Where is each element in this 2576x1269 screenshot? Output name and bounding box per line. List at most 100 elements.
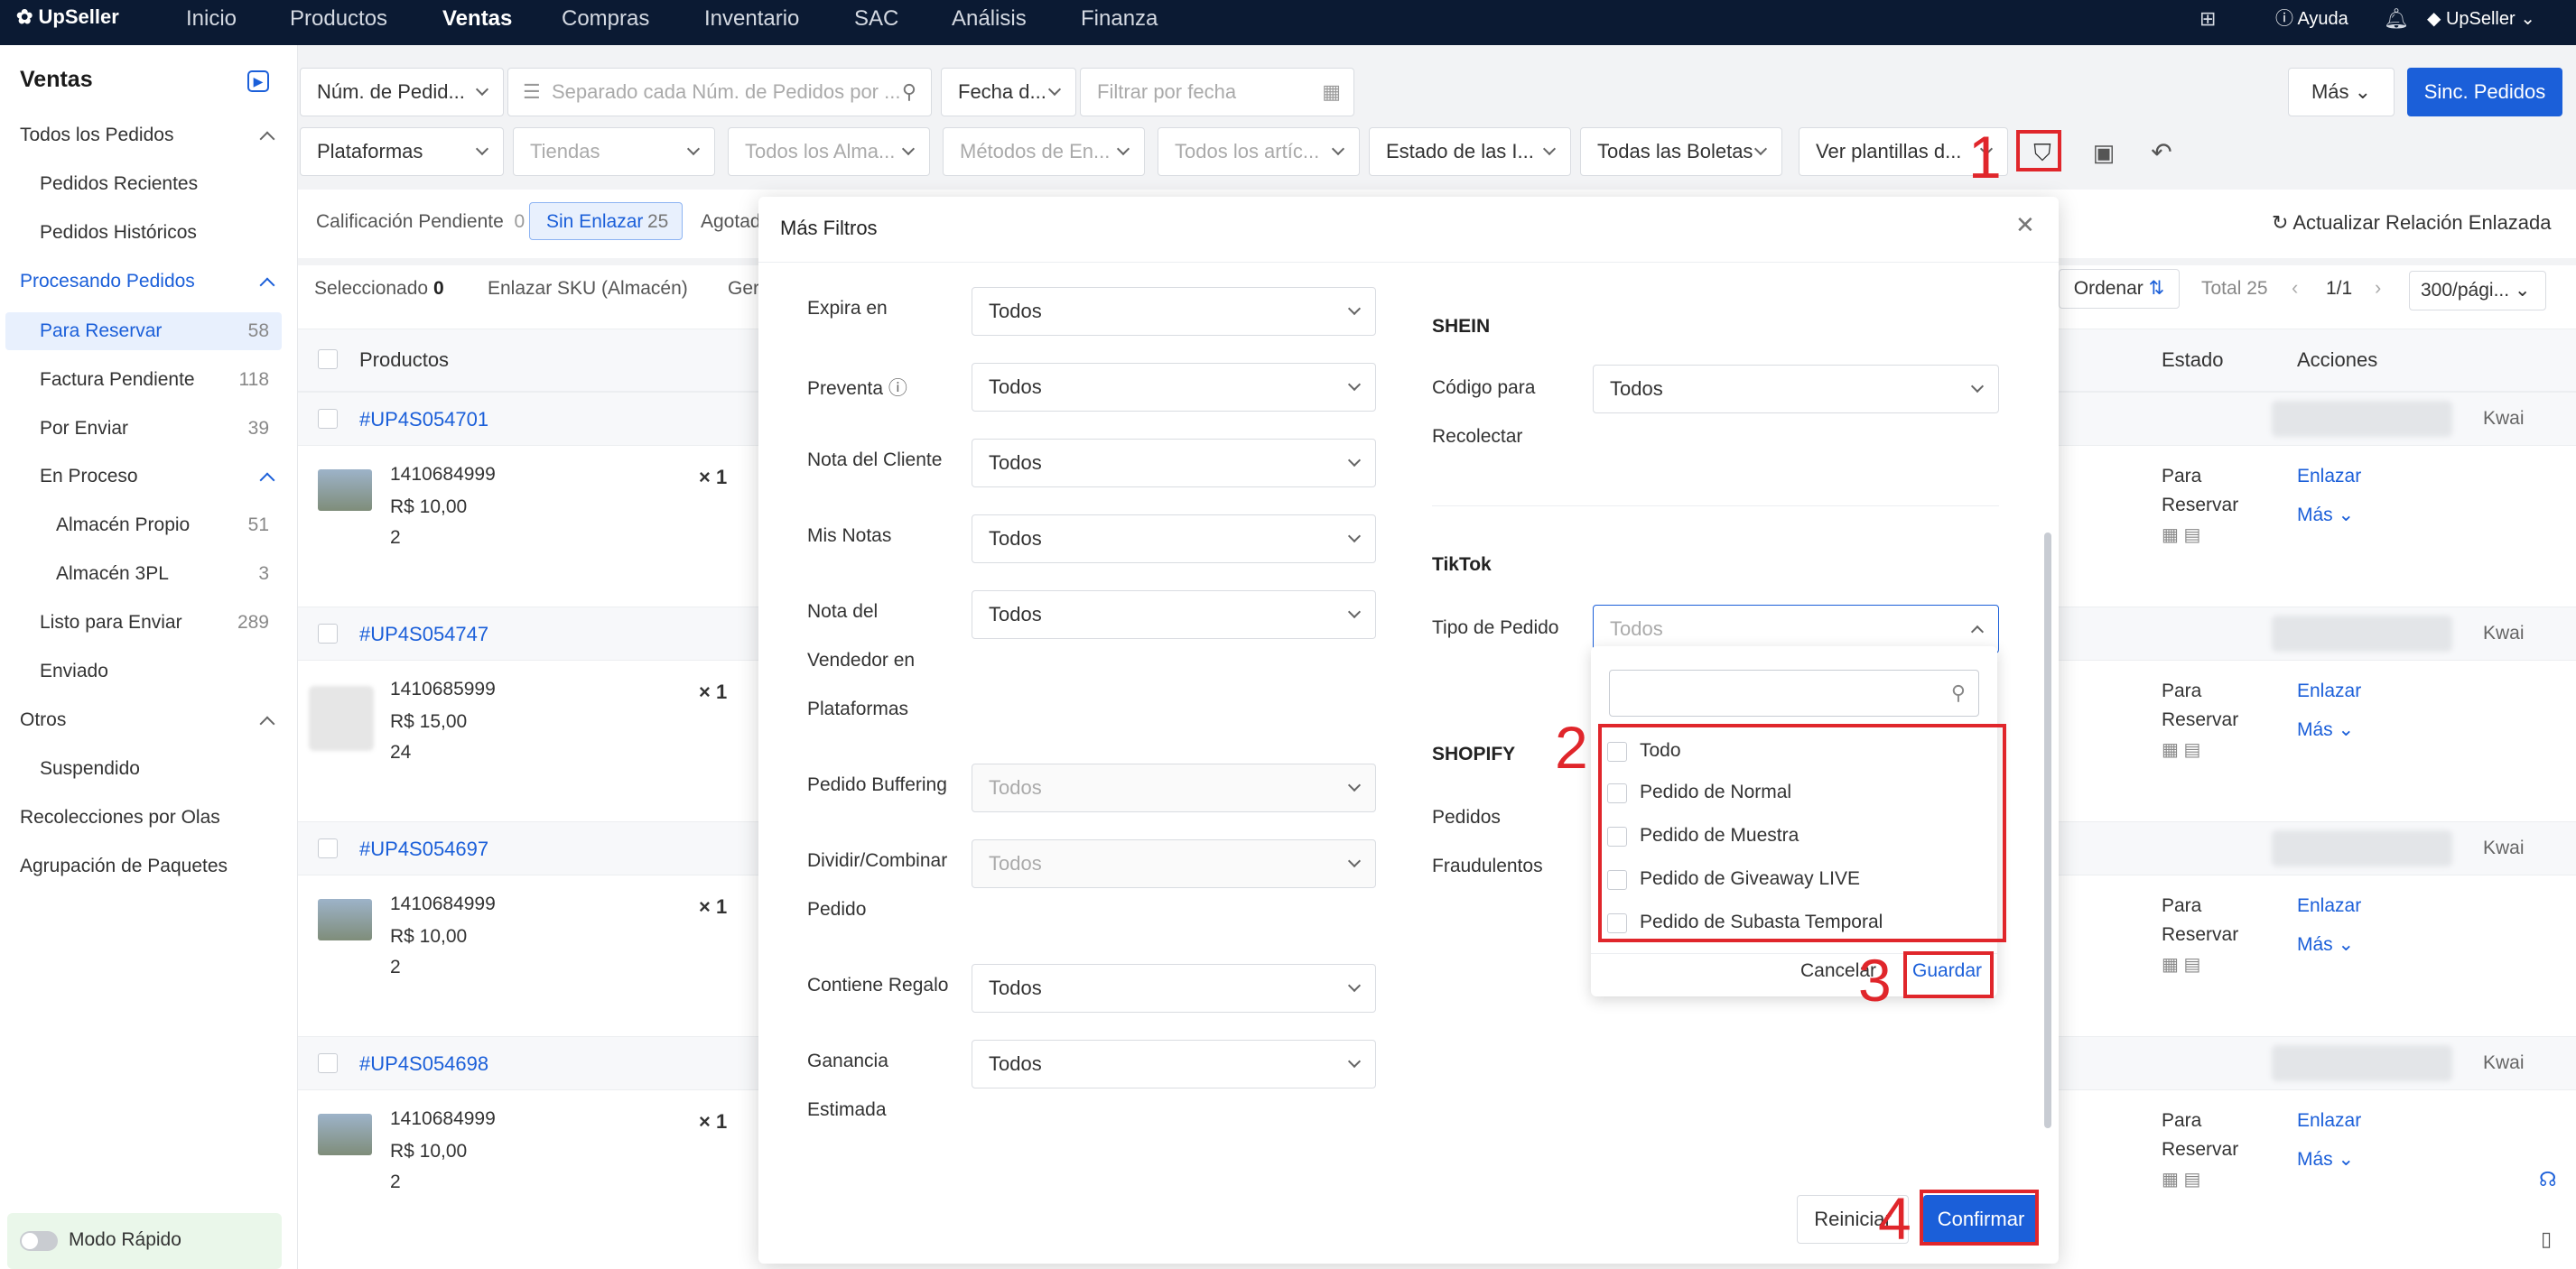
stores-select[interactable]: Tiendas [513,127,715,176]
link-sku-button[interactable]: Enlazar SKU (Almacén) [488,278,688,300]
sidebar-item-invoice-pending[interactable]: Factura Pendiente [40,369,195,391]
order-checkbox[interactable] [318,624,338,644]
quick-mode-toggle[interactable] [20,1231,58,1251]
nav-compras[interactable]: Compras [562,0,649,45]
nav-inventario[interactable]: Inventario [704,0,799,45]
link-action[interactable]: Enlazar [2297,466,2361,487]
sort-button[interactable]: Ordenar ⇅ [2059,269,2180,309]
link-action[interactable]: Enlazar [2297,681,2361,702]
shipping-methods-select[interactable]: Métodos de En... [943,127,1145,176]
support-icon[interactable]: ☊ [2539,1168,2557,1191]
pickup-code-select[interactable]: Todos [1593,365,1999,413]
sidebar-item-suspended[interactable]: Suspendido [40,758,140,780]
order-checkbox[interactable] [318,1053,338,1073]
chevron-up-icon[interactable] [259,131,275,147]
sync-orders-button[interactable]: Sinc. Pedidos [2407,68,2562,116]
prev-page-icon[interactable]: ‹ [2292,276,2298,300]
modal-scrollbar[interactable] [2044,533,2051,1128]
select-all-checkbox[interactable] [318,349,338,369]
chevron-up-icon[interactable] [259,277,275,293]
buffering-select[interactable]: Todos [972,764,1376,812]
nav-finanza[interactable]: Finanza [1081,0,1158,45]
order-checkbox[interactable] [318,838,338,858]
my-notes-select[interactable]: Todos [972,514,1376,563]
more-action[interactable]: Más ⌄ [2297,933,2354,956]
mobile-icon[interactable]: ▯ [2541,1227,2552,1251]
invoice-icons[interactable]: ▦ ▤ [2162,953,2200,976]
question-icon[interactable]: ⓘ [888,378,907,399]
seller-note-select[interactable]: Todos [972,590,1376,639]
sidebar-item-recent[interactable]: Pedidos Recientes [40,173,198,195]
order-num-select[interactable]: Núm. de Pedid... [300,68,504,116]
profit-select[interactable]: Todos [972,1040,1376,1088]
platforms-select[interactable]: Plataformas [300,127,504,176]
nav-inicio[interactable]: Inicio [186,0,237,45]
sidebar-item-waves[interactable]: Recolecciones por Olas [20,807,220,829]
date-type-select[interactable]: Fecha d... [941,68,1076,116]
more-button[interactable]: Más ⌄ [2288,68,2395,116]
product-image[interactable] [318,899,372,940]
search-icon[interactable]: ⚲ [902,69,916,116]
sidebar-item-ready[interactable]: Listo para Enviar [40,612,182,634]
tickets-select[interactable]: Todas las Boletas [1580,127,1782,176]
invoice-icons[interactable]: ▦ ▤ [2162,1168,2200,1190]
product-image[interactable] [318,1114,372,1155]
undo-icon[interactable]: ↶ [2144,135,2180,171]
order-id-link[interactable]: #UP4S054698 [359,1052,488,1076]
save-view-icon[interactable]: ▣ [2086,135,2122,171]
sidebar-item-others[interactable]: Otros [20,709,66,731]
chevron-up-icon[interactable] [259,716,275,732]
product-image[interactable] [309,686,374,751]
status-select[interactable]: Estado de las I... [1369,127,1571,176]
presale-select[interactable]: Todos [972,363,1376,412]
order-num-input[interactable]: ☰ Separado cada Núm. de Pedidos por ... ⚲ [507,68,932,116]
more-action[interactable]: Más ⌄ [2297,1148,2354,1171]
chevron-up-icon[interactable] [259,472,275,488]
sidebar-item-to-send[interactable]: Por Enviar [40,418,128,440]
sidebar-item-grouping[interactable]: Agrupación de Paquetes [20,856,228,877]
order-id-link[interactable]: #UP4S054701 [359,408,488,431]
items-select[interactable]: Todos los artíc... [1158,127,1360,176]
sidebar-item-3pl[interactable]: Almacén 3PL [56,563,169,585]
product-image[interactable] [318,469,372,511]
next-page-icon[interactable]: › [2375,276,2381,300]
sidebar-item-processing[interactable]: Procesando Pedidos [20,271,195,292]
expires-select[interactable]: Todos [972,287,1376,336]
nav-sac[interactable]: SAC [854,0,898,45]
gift-select[interactable]: Todos [972,964,1376,1013]
help-link[interactable]: ⓘ Ayuda [2275,0,2348,45]
per-page-select[interactable]: 300/pági... ⌄ [2409,271,2546,310]
sidebar-item-to-reserve[interactable]: Para Reservar [40,320,162,342]
date-range-input[interactable]: Filtrar por fecha ▦ [1080,68,1354,116]
account-menu[interactable]: ◆ UpSeller ⌄ [2427,0,2535,45]
invoice-icons[interactable]: ▦ ▤ [2162,738,2200,761]
update-link-button[interactable]: ↻ Actualizar Relación Enlazada [2272,211,2552,235]
sidebar-item-in-process[interactable]: En Proceso [40,466,138,487]
client-note-select[interactable]: Todos [972,439,1376,487]
nav-productos[interactable]: Productos [290,0,387,45]
link-action[interactable]: Enlazar [2297,895,2361,917]
nav-ventas[interactable]: Ventas [442,0,512,45]
dropdown-search-input[interactable]: ⚲ [1609,670,1979,717]
more-action[interactable]: Más ⌄ [2297,504,2354,526]
warehouses-select[interactable]: Todos los Alma... [728,127,930,176]
split-select[interactable]: Todos [972,839,1376,888]
nav-analisis[interactable]: Análisis [952,0,1027,45]
order-checkbox[interactable] [318,409,338,429]
apps-grid-icon[interactable]: ⊞ [2199,0,2216,45]
order-id-link[interactable]: #UP4S054747 [359,623,488,646]
bell-icon[interactable]: 🔔︎ [2384,0,2409,45]
brand-logo[interactable]: ✿ UpSeller [16,5,119,29]
invoice-icons[interactable]: ▦ ▤ [2162,523,2200,546]
generate-button[interactable]: Ger [728,278,759,300]
sidebar-item-own-warehouse[interactable]: Almacén Propio [56,514,190,536]
tab-rating-pending[interactable]: Calificación Pendiente 0 [316,211,525,233]
link-action[interactable]: Enlazar [2297,1110,2361,1132]
tab-unlinked[interactable]: Sin Enlazar 25 [529,202,683,240]
close-icon[interactable]: ✕ [2015,211,2035,239]
sidebar-item-all-orders[interactable]: Todos los Pedidos [20,125,173,146]
order-id-link[interactable]: #UP4S054697 [359,838,488,861]
more-action[interactable]: Más ⌄ [2297,718,2354,741]
sidebar-item-history[interactable]: Pedidos Históricos [40,222,197,244]
collapse-sidebar-icon[interactable]: ▶ [247,70,269,92]
